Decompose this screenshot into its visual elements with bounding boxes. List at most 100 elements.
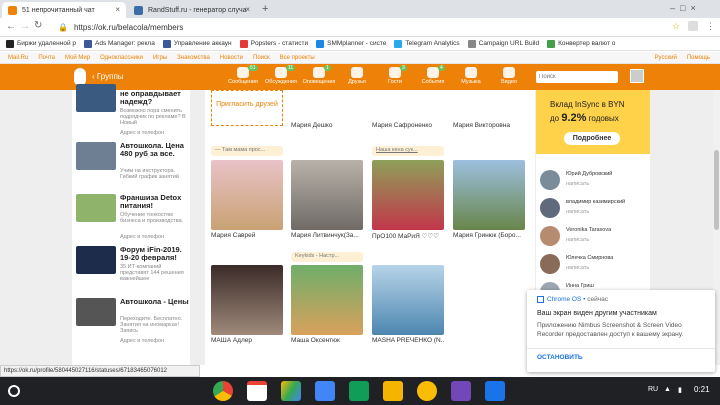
friend-item[interactable]: Юрий Дубровский написать <box>540 170 650 192</box>
ad-title[interactable]: Форум iFin-2019. 19-20 февраля! <box>120 246 190 262</box>
link-search[interactable]: Поиск <box>253 55 270 61</box>
reload-icon[interactable]: ↻ <box>34 20 42 31</box>
groups-back-link[interactable]: ‹ Группы <box>92 72 124 81</box>
status-pill[interactable]: — Там мама прос... <box>211 146 283 156</box>
link-mailru[interactable]: Mail.Ru <box>8 55 28 61</box>
extension-icon[interactable] <box>688 21 698 31</box>
nav-notifications[interactable]: 1 Оповещения <box>302 65 336 85</box>
star-icon[interactable]: ☆ <box>672 21 680 32</box>
docs-icon[interactable] <box>315 381 335 401</box>
clock[interactable]: 0:21 <box>694 385 710 394</box>
member-card[interactable]: ПрО100 МаРиЯ ♡♡♡ <box>372 160 444 240</box>
friend-item[interactable]: Юлечка Смирнова написать <box>540 254 650 276</box>
nav-guests[interactable]: 3 Гости <box>378 65 412 85</box>
member-card[interactable]: Мария Литвинчук(За... <box>291 160 363 239</box>
write-link[interactable]: написать <box>566 209 589 215</box>
member-photo[interactable] <box>372 160 444 230</box>
launcher-icon[interactable] <box>8 385 20 397</box>
member-name[interactable]: Мария Дешко <box>291 122 363 129</box>
friend-item[interactable]: Veronika Tarasova написать <box>540 226 650 248</box>
bookmark-item[interactable]: Конвертер валют о <box>547 39 615 48</box>
stop-sharing-button[interactable]: ОСТАНОВИТЬ <box>537 354 583 361</box>
member-name[interactable]: Маша Оксентюк <box>291 337 363 344</box>
friend-name[interactable]: Юрий Дубровский <box>566 171 612 177</box>
member-card[interactable]: Мария Гринюк (Боро... <box>453 160 525 239</box>
invite-friends-button[interactable]: Пригласить друзей <box>211 90 283 126</box>
back-arrow-icon[interactable]: ← <box>6 21 16 32</box>
bookmark-item[interactable]: Popsters - статисти <box>239 39 308 48</box>
nav-events[interactable]: 4 События <box>416 65 450 85</box>
sheets-icon[interactable] <box>349 381 369 401</box>
battery-icon[interactable]: ▮ <box>678 386 682 394</box>
ad-title[interactable]: Франшиза Detox питания! <box>120 194 190 210</box>
forms-icon[interactable] <box>451 381 471 401</box>
wifi-icon[interactable]: ▲ <box>664 386 671 393</box>
ad-address-link[interactable]: Адрес и телефон <box>120 130 190 136</box>
member-name[interactable]: MASHA PREЧЕНКО (N... <box>372 337 444 344</box>
link-dating[interactable]: Знакомства <box>177 55 210 61</box>
friend-name[interactable]: Veronika Tarasova <box>566 227 611 233</box>
help-link[interactable]: Помощь <box>687 55 710 61</box>
insync-banner[interactable]: Вклад InSync в BYN до 9.2% годовых Подро… <box>536 90 650 154</box>
member-card[interactable]: Мария Сафроненко <box>372 120 444 129</box>
write-link[interactable]: написать <box>566 237 589 243</box>
member-photo[interactable] <box>291 160 363 230</box>
ad-address-link[interactable]: Адрес и телефон <box>120 338 190 344</box>
write-link[interactable]: написать <box>566 265 589 271</box>
member-card[interactable]: Маша Оксентюк <box>291 265 363 344</box>
chrome-icon[interactable] <box>213 381 233 401</box>
user-avatar[interactable] <box>630 69 644 83</box>
link-ok[interactable]: Одноклассники <box>100 55 143 61</box>
write-link[interactable]: написать <box>566 181 589 187</box>
member-name[interactable]: Мария Саврей <box>211 232 283 239</box>
bookmark-item[interactable]: Управление аккаун <box>162 39 232 48</box>
drive-icon[interactable] <box>281 381 301 401</box>
nav-friends[interactable]: Друзья <box>340 67 374 85</box>
ad-title[interactable]: Автошкола. Цена 480 руб за все. <box>120 142 190 158</box>
link-myworld[interactable]: Мой Мир <box>65 55 90 61</box>
status-pill[interactable]: Наша кена сук... <box>372 146 444 156</box>
bookmark-item[interactable]: Ads Manager: рекла <box>84 39 155 48</box>
member-card[interactable]: МАША Адлер <box>211 265 283 344</box>
link-news[interactable]: Новости <box>220 55 243 61</box>
member-photo[interactable] <box>372 265 444 335</box>
new-tab-button[interactable]: + <box>262 3 268 15</box>
ad-title[interactable]: Автошкола - Цены <box>120 298 190 306</box>
member-name[interactable]: ПрО100 МаРиЯ ♡♡♡ <box>372 232 444 240</box>
member-name[interactable]: Мария Гринюк (Боро... <box>453 232 525 239</box>
language-link[interactable]: Русский <box>655 55 677 61</box>
files-icon[interactable] <box>485 381 505 401</box>
close-tab-icon[interactable]: × <box>245 5 250 14</box>
member-card[interactable]: MASHA PREЧЕНКО (N... <box>372 265 444 344</box>
close-tab-icon[interactable]: × <box>115 5 120 14</box>
member-name[interactable]: Мария Викторовна <box>453 122 525 129</box>
friend-name[interactable]: владимир казимирский <box>566 199 625 205</box>
nav-music[interactable]: Музыка <box>454 67 488 85</box>
member-name[interactable]: МАША Адлер <box>211 337 283 344</box>
ad-title[interactable]: не оправдывает надежд? <box>120 90 190 106</box>
member-card[interactable]: Мария Викторовна <box>453 120 525 129</box>
keep-icon[interactable] <box>417 381 437 401</box>
search-input[interactable] <box>536 71 618 83</box>
input-language[interactable]: RU <box>648 386 658 393</box>
member-photo[interactable] <box>211 160 283 230</box>
member-card[interactable]: Мария Дешко <box>291 120 363 129</box>
member-photo[interactable] <box>211 265 283 335</box>
member-name[interactable]: Мария Сафроненко <box>372 122 444 129</box>
menu-icon[interactable]: ⋮ <box>706 21 715 32</box>
window-controls[interactable]: – □ × <box>670 3 696 13</box>
nav-messages[interactable]: 51 Сообщения <box>226 65 260 85</box>
link-mail[interactable]: Почта <box>38 55 55 61</box>
nav-discussions[interactable]: 11 Обсуждения <box>264 65 298 85</box>
gmail-icon[interactable] <box>247 381 267 401</box>
link-games[interactable]: Игры <box>153 55 167 61</box>
slides-icon[interactable] <box>383 381 403 401</box>
address-bar[interactable]: 🔒 https://ok.ru/belacola/members <box>50 20 665 35</box>
member-photo[interactable] <box>291 265 363 335</box>
friend-item[interactable]: владимир казимирский написать <box>540 198 650 220</box>
member-photo[interactable] <box>453 160 525 230</box>
bookmark-item[interactable]: Telegram Analytics <box>394 39 460 48</box>
link-all-projects[interactable]: Все проекты <box>280 55 315 61</box>
tab-randstuff[interactable]: RandStuff.ru - генератор случа × <box>128 2 256 18</box>
tab-messages[interactable]: 51 непрочитанный чат × <box>2 2 126 18</box>
